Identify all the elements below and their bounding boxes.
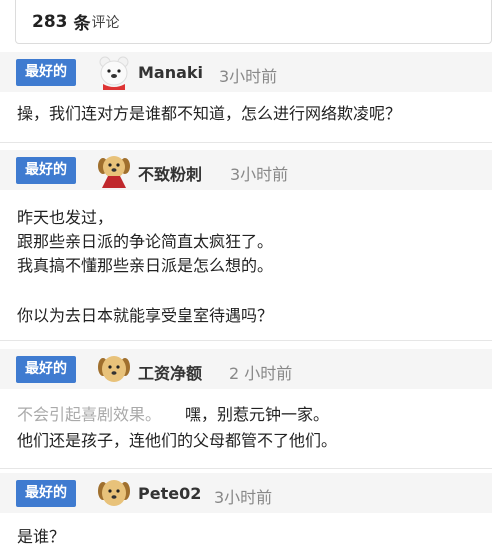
comment-item: 最好的 Manaki 3小时前 操，我们连对方是谁都不知道，怎么进行网络欺凌呢？ — [0, 52, 492, 142]
comment-header: 最好的 Manaki 3小时前 — [0, 52, 492, 92]
comment-count: 283 — [32, 11, 68, 32]
comment-item: 最好的 工资净额 2 小时前 不会引起喜剧效果。 嘿，别惹元钟一家。 他们还是孩… — [0, 349, 492, 469]
username[interactable]: 不致粉刺 — [138, 161, 202, 185]
comment-item: 最好的 不致粉刺 3小时前 昨天也发过， 跟那些亲日派的争论简直太疯狂了。 我真… — [0, 150, 492, 340]
comment-text: 嘿，别惹元钟一家。 — [185, 405, 330, 424]
dog-avatar-icon[interactable] — [96, 351, 132, 387]
comment-text: 他们还是孩子，连他们的父母都管不了他们。 — [17, 431, 338, 450]
comment-count-unit: 条 — [73, 14, 91, 34]
comment-text: 你以为去日本就能享受皇室待遇吗？ — [17, 306, 274, 325]
comment-text-faded: 不会引起喜剧效果。 — [17, 405, 162, 424]
dog-avatar-icon[interactable] — [96, 152, 132, 188]
timestamp: 3小时前 — [230, 165, 289, 184]
best-badge[interactable]: 最好的 — [16, 480, 76, 507]
comment-text: 我真搞不懂那些亲日派是怎么想的。 — [17, 256, 274, 275]
comment-item: 最好的 Pete02 3小时前 是谁？ — [0, 473, 492, 549]
username[interactable]: Manaki — [138, 63, 203, 82]
username[interactable]: 工资净额 — [138, 360, 202, 384]
comment-text: 是谁？ — [17, 527, 66, 546]
divider — [0, 468, 492, 469]
comment-text: 跟那些亲日派的争论简直太疯狂了。 — [17, 232, 274, 251]
timestamp: 2 小时前 — [229, 364, 293, 383]
comment-header: 最好的 不致粉刺 3小时前 — [0, 150, 492, 190]
divider — [0, 340, 492, 341]
best-badge[interactable]: 最好的 — [16, 356, 76, 383]
bear-avatar-icon[interactable] — [96, 54, 132, 90]
timestamp: 3小时前 — [219, 67, 278, 86]
timestamp: 3小时前 — [214, 488, 273, 507]
comment-header: 最好的 工资净额 2 小时前 — [0, 349, 492, 389]
comment-count-label: 评论 — [91, 14, 120, 31]
dog-avatar-icon[interactable] — [96, 475, 132, 511]
comment-text: 昨天也发过， — [17, 208, 114, 227]
comments-page: 283 条 评论 最好的 Manaki 3小时前 操，我们连对方是谁都不知道，怎… — [0, 0, 492, 549]
comment-header: 最好的 Pete02 3小时前 — [0, 473, 492, 513]
comment-text: 操，我们连对方是谁都不知道，怎么进行网络欺凌呢？ — [17, 104, 402, 123]
comment-count-bar: 283 条 评论 — [15, 0, 492, 44]
divider — [0, 142, 492, 143]
best-badge[interactable]: 最好的 — [16, 157, 76, 184]
best-badge[interactable]: 最好的 — [16, 59, 76, 86]
username[interactable]: Pete02 — [138, 484, 201, 503]
